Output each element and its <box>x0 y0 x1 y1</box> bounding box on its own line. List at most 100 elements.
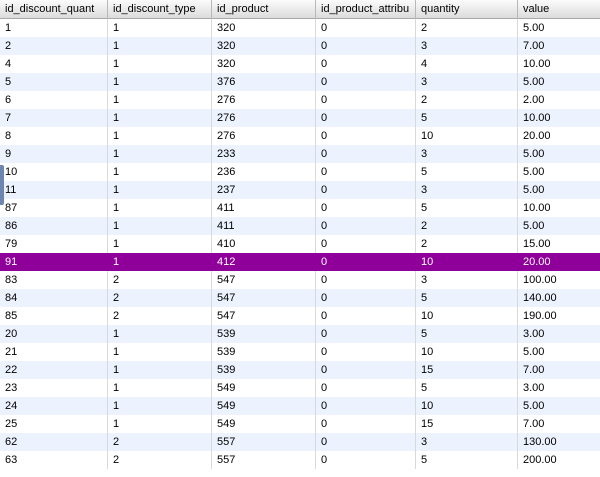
table-row[interactable]: 24 1 549 0 10 5.00 <box>0 397 600 415</box>
cell-id-discount-type[interactable]: 1 <box>108 217 212 235</box>
cell-id-discount-quantity[interactable]: 87 <box>0 199 108 217</box>
cell-id-discount-type[interactable]: 1 <box>108 379 212 397</box>
cell-id-product-attribute[interactable]: 0 <box>316 73 416 91</box>
cell-quantity[interactable]: 2 <box>416 235 518 253</box>
cell-id-discount-type[interactable]: 2 <box>108 289 212 307</box>
cell-value[interactable]: 100.00 <box>518 271 600 289</box>
cell-id-product[interactable]: 547 <box>212 289 316 307</box>
cell-value[interactable]: 5.00 <box>518 19 600 37</box>
cell-id-discount-type[interactable]: 1 <box>108 37 212 55</box>
cell-value[interactable]: 7.00 <box>518 361 600 379</box>
table-row[interactable]: 7 1 276 0 5 10.00 <box>0 109 600 127</box>
cell-quantity[interactable]: 3 <box>416 181 518 199</box>
cell-value[interactable]: 5.00 <box>518 217 600 235</box>
cell-value[interactable]: 10.00 <box>518 109 600 127</box>
cell-id-discount-type[interactable]: 1 <box>108 181 212 199</box>
cell-value[interactable]: 5.00 <box>518 163 600 181</box>
cell-id-discount-quantity[interactable]: 4 <box>0 55 108 73</box>
cell-id-product[interactable]: 233 <box>212 145 316 163</box>
cell-value[interactable]: 3.00 <box>518 325 600 343</box>
table-row[interactable]: 63 2 557 0 5 200.00 <box>0 451 600 469</box>
cell-id-product[interactable]: 539 <box>212 325 316 343</box>
cell-id-discount-type[interactable]: 1 <box>108 325 212 343</box>
table-row[interactable]: 85 2 547 0 10 190.00 <box>0 307 600 325</box>
cell-id-product[interactable]: 411 <box>212 217 316 235</box>
cell-id-product[interactable]: 557 <box>212 433 316 451</box>
cell-id-discount-type[interactable]: 1 <box>108 91 212 109</box>
cell-id-product-attribute[interactable]: 0 <box>316 343 416 361</box>
cell-quantity[interactable]: 10 <box>416 397 518 415</box>
cell-id-product-attribute[interactable]: 0 <box>316 289 416 307</box>
cell-id-product[interactable]: 237 <box>212 181 316 199</box>
table-row-selected[interactable]: 91 1 412 0 10 20.00 <box>0 253 600 271</box>
cell-id-product[interactable]: 276 <box>212 109 316 127</box>
cell-id-discount-quantity[interactable]: 1 <box>0 19 108 37</box>
cell-value[interactable]: 200.00 <box>518 451 600 469</box>
cell-quantity[interactable]: 5 <box>416 163 518 181</box>
cell-quantity[interactable]: 10 <box>416 343 518 361</box>
cell-id-product-attribute[interactable]: 0 <box>316 127 416 145</box>
cell-id-product-attribute[interactable]: 0 <box>316 163 416 181</box>
table-row[interactable]: 87 1 411 0 5 10.00 <box>0 199 600 217</box>
cell-id-discount-quantity[interactable]: 20 <box>0 325 108 343</box>
cell-id-product[interactable]: 557 <box>212 451 316 469</box>
cell-id-product-attribute[interactable]: 0 <box>316 181 416 199</box>
cell-id-discount-quantity[interactable]: 84 <box>0 289 108 307</box>
cell-value[interactable]: 20.00 <box>518 253 600 271</box>
column-header-id-discount-type[interactable]: id_discount_type <box>108 0 212 19</box>
table-row[interactable]: 9 1 233 0 3 5.00 <box>0 145 600 163</box>
cell-quantity[interactable]: 3 <box>416 73 518 91</box>
cell-id-discount-quantity[interactable]: 23 <box>0 379 108 397</box>
data-table[interactable]: id_discount_quant id_discount_type id_pr… <box>0 0 600 477</box>
cell-id-discount-type[interactable]: 1 <box>108 19 212 37</box>
cell-id-product[interactable]: 539 <box>212 343 316 361</box>
cell-id-product-attribute[interactable]: 0 <box>316 361 416 379</box>
column-header-id-product-attribute[interactable]: id_product_attribu <box>316 0 416 19</box>
cell-id-product[interactable]: 547 <box>212 271 316 289</box>
cell-id-discount-type[interactable]: 2 <box>108 271 212 289</box>
cell-id-product-attribute[interactable]: 0 <box>316 55 416 73</box>
cell-id-discount-type[interactable]: 1 <box>108 199 212 217</box>
cell-value[interactable]: 10.00 <box>518 55 600 73</box>
cell-id-discount-quantity[interactable]: 10 <box>0 163 108 181</box>
cell-quantity[interactable]: 4 <box>416 55 518 73</box>
cell-value[interactable]: 190.00 <box>518 307 600 325</box>
cell-quantity[interactable]: 3 <box>416 145 518 163</box>
cell-id-product[interactable]: 236 <box>212 163 316 181</box>
cell-id-discount-quantity[interactable]: 79 <box>0 235 108 253</box>
cell-value[interactable]: 130.00 <box>518 433 600 451</box>
cell-id-product-attribute[interactable]: 0 <box>316 307 416 325</box>
cell-id-discount-quantity[interactable]: 22 <box>0 361 108 379</box>
cell-id-product-attribute[interactable]: 0 <box>316 37 416 55</box>
table-row[interactable]: 10 1 236 0 5 5.00 <box>0 163 600 181</box>
table-row[interactable]: 84 2 547 0 5 140.00 <box>0 289 600 307</box>
cell-id-product-attribute[interactable]: 0 <box>316 199 416 217</box>
cell-id-product-attribute[interactable]: 0 <box>316 397 416 415</box>
cell-id-product-attribute[interactable]: 0 <box>316 253 416 271</box>
table-row[interactable]: 21 1 539 0 10 5.00 <box>0 343 600 361</box>
cell-quantity[interactable]: 3 <box>416 271 518 289</box>
cell-quantity[interactable]: 5 <box>416 451 518 469</box>
cell-id-product[interactable]: 320 <box>212 37 316 55</box>
cell-id-discount-quantity[interactable]: 21 <box>0 343 108 361</box>
cell-id-product-attribute[interactable]: 0 <box>316 433 416 451</box>
cell-id-product[interactable]: 320 <box>212 55 316 73</box>
cell-id-discount-quantity[interactable]: 91 <box>0 253 108 271</box>
cell-id-discount-quantity[interactable]: 7 <box>0 109 108 127</box>
column-header-id-product[interactable]: id_product <box>212 0 316 19</box>
cell-quantity[interactable]: 5 <box>416 379 518 397</box>
cell-id-product-attribute[interactable]: 0 <box>316 217 416 235</box>
cell-id-discount-quantity[interactable]: 6 <box>0 91 108 109</box>
cell-id-product[interactable]: 276 <box>212 91 316 109</box>
table-row[interactable]: 79 1 410 0 2 15.00 <box>0 235 600 253</box>
cell-value[interactable]: 15.00 <box>518 235 600 253</box>
cell-id-product[interactable]: 539 <box>212 361 316 379</box>
cell-quantity[interactable]: 3 <box>416 37 518 55</box>
cell-id-discount-type[interactable]: 1 <box>108 55 212 73</box>
cell-quantity[interactable]: 15 <box>416 415 518 433</box>
cell-id-discount-quantity[interactable]: 9 <box>0 145 108 163</box>
table-row[interactable]: 8 1 276 0 10 20.00 <box>0 127 600 145</box>
cell-id-product[interactable]: 549 <box>212 397 316 415</box>
cell-id-discount-quantity[interactable]: 83 <box>0 271 108 289</box>
cell-id-discount-type[interactable]: 1 <box>108 415 212 433</box>
